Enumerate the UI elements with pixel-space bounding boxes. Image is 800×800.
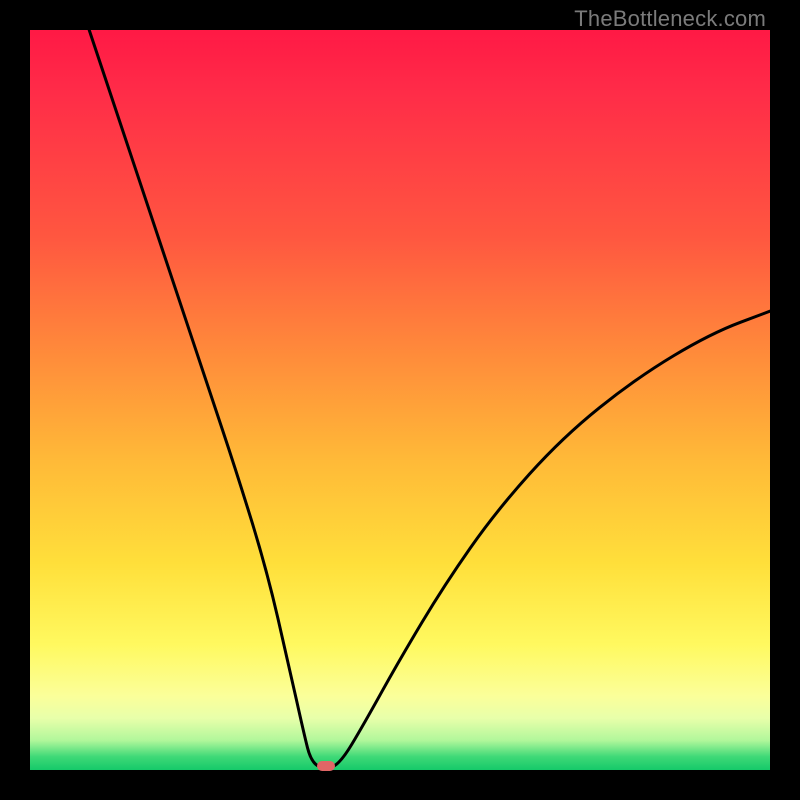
optimal-marker bbox=[317, 761, 335, 771]
watermark-text: TheBottleneck.com bbox=[574, 6, 766, 32]
outer-frame: TheBottleneck.com bbox=[0, 0, 800, 800]
bottleneck-curve bbox=[30, 30, 770, 770]
chart-area bbox=[30, 30, 770, 770]
